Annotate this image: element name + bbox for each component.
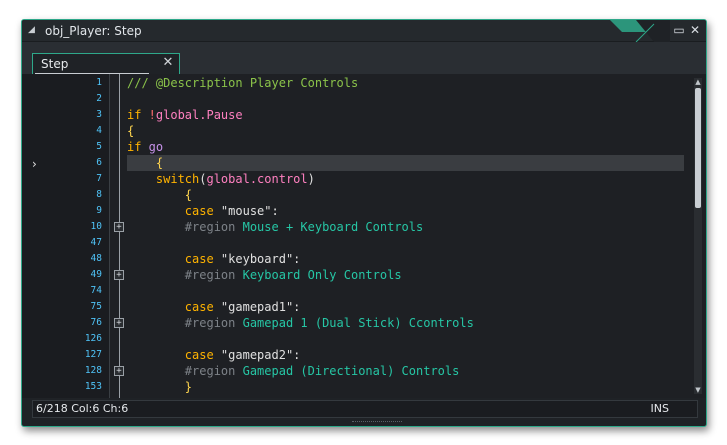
brace: {	[127, 124, 135, 138]
global-variable: global.control	[206, 172, 308, 186]
code-line-153[interactable]: }	[127, 379, 192, 395]
keyword: case	[127, 300, 214, 314]
expand-region-icon[interactable]: +	[114, 366, 124, 376]
keyword: case	[127, 348, 214, 362]
brace: {	[127, 188, 193, 202]
fold-guide	[119, 74, 120, 398]
line-number: 9	[96, 205, 102, 216]
region-directive: #region	[127, 364, 236, 378]
code-line-127[interactable]: case "gamepad2":	[127, 347, 301, 363]
global-variable: global.Pause	[155, 108, 243, 122]
code-line-75[interactable]: case "gamepad1":	[127, 299, 301, 315]
line-number: 47	[90, 237, 102, 248]
code-line-76[interactable]: #region Gamepad 1 (Dual Stick) Ccontrols	[127, 315, 474, 331]
expand-region-icon[interactable]: +	[114, 270, 124, 280]
line-number: 10	[90, 221, 102, 232]
code-line-6[interactable]: {	[127, 155, 163, 171]
string: "gamepad1":	[213, 300, 301, 314]
region-name: Gamepad 1 (Dual Stick) Ccontrols	[235, 316, 474, 330]
line-number: 153	[84, 381, 102, 392]
tab-label: Step	[41, 57, 69, 71]
resize-grip[interactable]	[352, 421, 402, 424]
line-number: 74	[90, 285, 102, 296]
scroll-up-arrow-icon[interactable]: ▲	[694, 78, 702, 86]
line-number: 7	[96, 173, 102, 184]
code-line-5[interactable]: if go	[127, 139, 163, 155]
string: "keyboard":	[213, 252, 301, 266]
close-icon[interactable]: ✕	[688, 23, 702, 37]
line-number: 8	[96, 189, 102, 200]
string: "gamepad2":	[213, 348, 301, 362]
region-name: Keyboard Only Controls	[235, 268, 402, 282]
keyword: if	[127, 108, 142, 122]
code-editor-window: ◢ obj_Player: Step ▭ ✕ Step ✕ › 12345678…	[21, 19, 707, 427]
line-number: 75	[90, 301, 102, 312]
window-title: obj_Player: Step	[45, 24, 142, 38]
line-number: 128	[84, 365, 102, 376]
line-number: 4	[96, 125, 102, 136]
code-line-9[interactable]: case "mouse":	[127, 203, 279, 219]
line-number: 5	[96, 141, 102, 152]
code-line-10[interactable]: #region Mouse + Keyboard Controls	[127, 219, 423, 235]
operator: !	[141, 108, 156, 122]
code-line-7[interactable]: switch(global.control)	[127, 171, 315, 187]
code-line-128[interactable]: #region Gamepad (Directional) Controls	[127, 363, 460, 379]
region-directive: #region	[127, 220, 236, 234]
line-number: 6	[96, 157, 102, 168]
scrollbar-thumb[interactable]	[695, 88, 701, 208]
maximize-icon[interactable]: ▭	[672, 23, 686, 37]
region-directive: #region	[127, 316, 236, 330]
cursor-position: 6/218 Col:6 Ch:6	[36, 402, 129, 415]
brace: }	[127, 380, 193, 394]
expand-region-icon[interactable]: +	[114, 222, 124, 232]
code-line-4[interactable]: {	[127, 123, 134, 139]
line-number: 126	[84, 333, 102, 344]
line-number: 49	[90, 269, 102, 280]
paren: )	[307, 172, 315, 186]
comment: /// @Description Player Controls	[127, 76, 359, 90]
line-number: 1	[96, 77, 102, 88]
variable: go	[141, 140, 164, 154]
region-name: Gamepad (Directional) Controls	[235, 364, 460, 378]
tab-bar: Step ✕	[22, 42, 706, 74]
tab-step[interactable]: Step ✕	[32, 53, 180, 74]
scroll-down-arrow-icon[interactable]: ▼	[694, 386, 702, 394]
window-titlebar[interactable]: ◢ obj_Player: Step ▭ ✕	[22, 20, 706, 42]
line-number: 2	[96, 93, 102, 104]
vertical-scrollbar[interactable]: ▲ ▼	[694, 78, 702, 394]
code-line-1[interactable]: /// @Description Player Controls	[127, 75, 358, 91]
keyword: case	[127, 204, 214, 218]
current-line-highlight	[127, 155, 684, 171]
status-bar: 6/218 Col:6 Ch:6 INS	[32, 400, 698, 418]
collapse-arrow-icon[interactable]: ◢	[28, 25, 38, 35]
code-line-48[interactable]: case "keyboard":	[127, 251, 301, 267]
line-number: 76	[90, 317, 102, 328]
brace: {	[127, 156, 164, 170]
region-name: Mouse + Keyboard Controls	[235, 220, 424, 234]
expand-region-icon[interactable]: +	[114, 318, 124, 328]
line-number: 48	[90, 253, 102, 264]
insert-mode-indicator[interactable]: INS	[651, 401, 669, 417]
line-number: 127	[84, 349, 102, 360]
keyword: case	[127, 252, 214, 266]
line-number: 3	[96, 109, 102, 120]
code-line-3[interactable]: if !global.Pause	[127, 107, 243, 123]
keyword: if	[127, 140, 142, 154]
breakpoint-margin[interactable]	[22, 74, 30, 398]
gutter-divider	[109, 74, 110, 398]
titlebar-decoration	[610, 20, 670, 42]
code-line-49[interactable]: #region Keyboard Only Controls	[127, 267, 402, 283]
code-editor[interactable]: › 1 2 3 4 5 6 7 8 9 10 +47 48 49 +74 75 76 +126 127 128 +15…	[22, 74, 706, 398]
string: "mouse":	[213, 204, 279, 218]
region-directive: #region	[127, 268, 236, 282]
code-line-8[interactable]: {	[127, 187, 192, 203]
keyword: switch	[127, 172, 200, 186]
tab-close-icon[interactable]: ✕	[161, 55, 175, 71]
